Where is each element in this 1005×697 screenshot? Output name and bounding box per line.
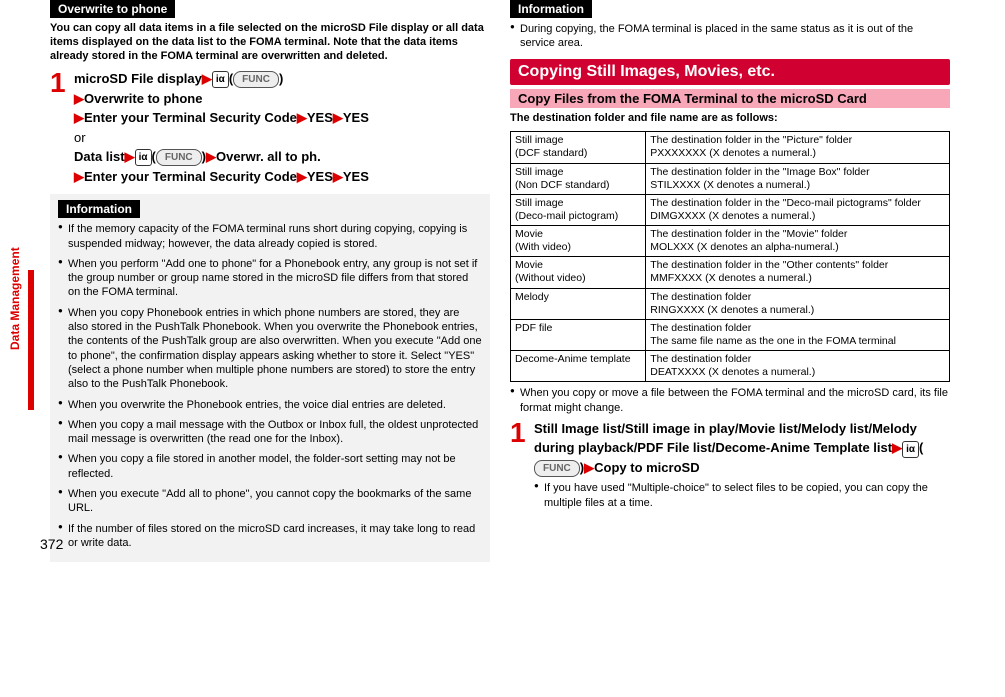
format-note: When you copy or move a file between the… <box>510 386 950 415</box>
step-body: Still Image list/Still image in play/Mov… <box>534 419 950 510</box>
ialpha-key-icon: iα <box>902 441 919 458</box>
info-list: If the memory capacity of the FOMA termi… <box>58 222 482 550</box>
side-color-bar <box>28 270 34 410</box>
info-item: When you copy a file stored in another m… <box>58 452 482 481</box>
table-cell: The destination folder in the "Picture" … <box>646 132 950 163</box>
section-subheading: Copy Files from the FOMA Terminal to the… <box>510 89 950 108</box>
yes-label: YES <box>343 169 369 184</box>
yes-label: YES <box>307 110 333 125</box>
info-block-left: Information If the memory capacity of th… <box>50 194 490 562</box>
table-cell: The destination folderRINGXXXX (X denote… <box>646 288 950 319</box>
step-text: Overwrite to phone <box>84 91 202 106</box>
table-row: Decome-Anime templateThe destination fol… <box>511 351 950 382</box>
info-tag: Information <box>510 0 592 18</box>
info-item: If the memory capacity of the FOMA termi… <box>58 222 482 251</box>
table-cell: PDF file <box>511 319 646 350</box>
table-cell: Decome-Anime template <box>511 351 646 382</box>
table-row: Movie(Without video)The destination fold… <box>511 257 950 288</box>
destination-table: Still image(DCF standard)The destination… <box>510 131 950 382</box>
table-cell: The destination folder in the "Deco-mail… <box>646 194 950 225</box>
func-pill: FUNC <box>156 149 202 166</box>
table-cell: The destination folderDEATXXXX (X denote… <box>646 351 950 382</box>
step-1-left: 1 microSD File display▶iα(FUNC) ▶Overwri… <box>50 69 490 186</box>
step-text: Enter your Terminal Security Code <box>84 110 297 125</box>
table-cell: The destination folder in the "Other con… <box>646 257 950 288</box>
info-item: When you perform "Add one to phone" for … <box>58 257 482 300</box>
func-pill: FUNC <box>233 71 279 88</box>
left-column: Overwrite to phone You can copy all data… <box>40 0 500 562</box>
or-label: or <box>74 130 86 145</box>
table-cell: Movie(Without video) <box>511 257 646 288</box>
overwrite-intro: You can copy all data items in a file se… <box>50 22 490 63</box>
info-item: When you execute "Add all to phone", you… <box>58 487 482 516</box>
yes-label: YES <box>307 169 333 184</box>
table-cell: Still image(Non DCF standard) <box>511 163 646 194</box>
func-pill: FUNC <box>534 460 580 477</box>
side-label: Data Management <box>8 247 22 350</box>
ialpha-key-icon: iα <box>135 149 152 166</box>
table-cell: Still image(DCF standard) <box>511 132 646 163</box>
ialpha-key-icon: iα <box>212 71 229 88</box>
table-row: Still image(Non DCF standard)The destina… <box>511 163 950 194</box>
step-1-right: 1 Still Image list/Still image in play/M… <box>510 419 950 510</box>
page-number: 372 <box>40 536 63 552</box>
table-cell: The destination folder in the "Movie" fo… <box>646 226 950 257</box>
section-heading: Copying Still Images, Movies, etc. <box>510 59 950 85</box>
table-cell: The destination folder in the "Image Box… <box>646 163 950 194</box>
step-number: 1 <box>50 69 74 97</box>
info-item: When you overwrite the Phonebook entries… <box>58 398 482 412</box>
info-note-top: During copying, the FOMA terminal is pla… <box>510 22 950 51</box>
step-text: Overwr. all to ph. <box>216 149 321 164</box>
multiple-choice-note: If you have used "Multiple-choice" to se… <box>534 481 950 510</box>
table-intro: The destination folder and file name are… <box>510 112 950 126</box>
table-row: Still image(Deco-mail pictogram)The dest… <box>511 194 950 225</box>
table-cell: Melody <box>511 288 646 319</box>
step-text: Enter your Terminal Security Code <box>84 169 297 184</box>
table-cell: The destination folderThe same file name… <box>646 319 950 350</box>
right-column: Information During copying, the FOMA ter… <box>500 0 960 562</box>
info-item: When you copy a mail message with the Ou… <box>58 418 482 447</box>
info-item: When you copy Phonebook entries in which… <box>58 306 482 392</box>
step-text: Copy to microSD <box>594 460 699 475</box>
info-item: If the number of files stored on the mic… <box>58 522 482 551</box>
step-body: microSD File display▶iα(FUNC) ▶Overwrite… <box>74 69 369 186</box>
step-text: Data list <box>74 149 125 164</box>
step-number: 1 <box>510 419 534 447</box>
table-row: PDF fileThe destination folderThe same f… <box>511 319 950 350</box>
table-row: MelodyThe destination folderRINGXXXX (X … <box>511 288 950 319</box>
table-row: Movie(With video)The destination folder … <box>511 226 950 257</box>
info-tag: Information <box>58 200 140 218</box>
step-text: Still Image list/Still image in play/Mov… <box>534 421 917 456</box>
table-row: Still image(DCF standard)The destination… <box>511 132 950 163</box>
table-cell: Still image(Deco-mail pictogram) <box>511 194 646 225</box>
overwrite-tag: Overwrite to phone <box>50 0 175 18</box>
yes-label: YES <box>343 110 369 125</box>
table-cell: Movie(With video) <box>511 226 646 257</box>
step-text: microSD File display <box>74 71 202 86</box>
